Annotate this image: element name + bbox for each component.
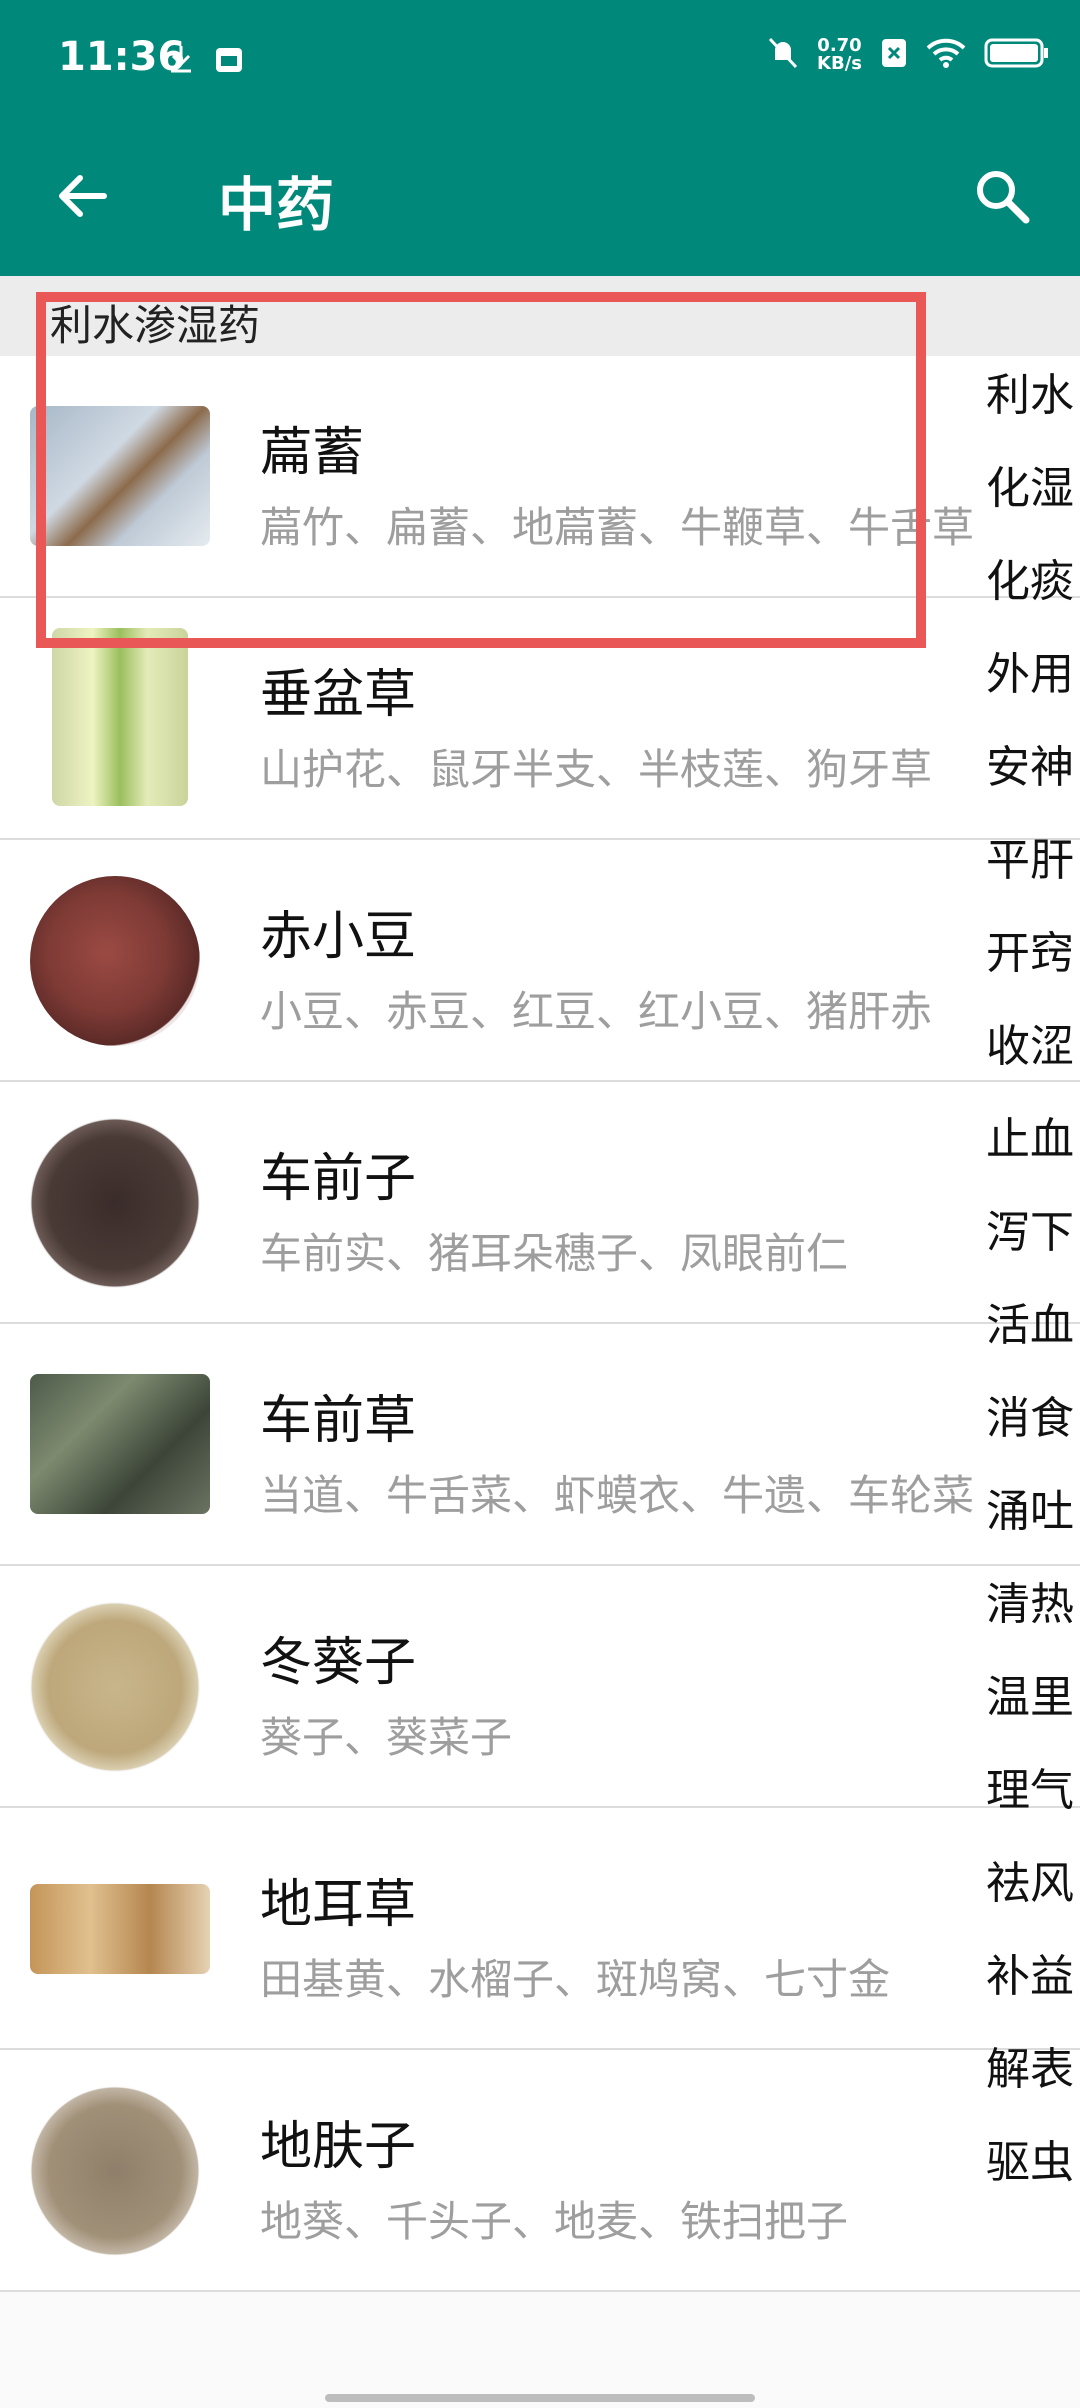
status-notifications xyxy=(168,44,244,78)
list-item[interactable]: 赤小豆 小豆、赤豆、红豆、红小豆、猪肝赤 xyxy=(0,840,1080,1082)
herb-thumbnail xyxy=(30,1602,200,1772)
index-item-qingre[interactable]: 清热 xyxy=(986,1573,1080,1666)
status-system-icons: 0.70 KB/s xyxy=(767,36,1050,74)
index-item-wenli[interactable]: 温里 xyxy=(986,1666,1080,1759)
herb-name: 垂盆草 xyxy=(260,665,417,725)
category-index-bar: 利水 化湿 化痰 外用 安神 平肝 开窍 收涩 止血 泻下 活血 消食 涌吐 清… xyxy=(986,364,1080,2224)
sim-error-icon xyxy=(880,37,908,73)
herb-alias: 当道、牛舌菜、虾蟆衣、牛遗、车轮菜 xyxy=(260,1471,975,1520)
herb-thumbnail xyxy=(30,1374,210,1514)
index-item-xiaoshi[interactable]: 消食 xyxy=(986,1387,1080,1480)
herb-alias: 地葵、千头子、地麦、铁扫把子 xyxy=(260,2197,849,2246)
herb-thumbnail xyxy=(52,628,188,806)
herb-alias: 田基黄、水榴子、斑鸠窝、七寸金 xyxy=(260,1955,891,2004)
net-speed: 0.70 KB/s xyxy=(817,37,862,73)
list-item[interactable]: 萹蓄 萹竹、扁蓄、地萹蓄、牛鞭草、牛舌草 xyxy=(0,356,1080,598)
app-bar: 中药 xyxy=(0,120,1080,276)
herb-alias: 车前实、猪耳朵穗子、凤眼前仁 xyxy=(260,1229,849,1278)
index-item-huashi[interactable]: 化湿 xyxy=(986,457,1080,550)
herb-name: 萹蓄 xyxy=(260,423,365,483)
wifi-icon xyxy=(926,38,966,72)
list-item[interactable]: 车前子 车前实、猪耳朵穗子、凤眼前仁 xyxy=(0,1082,1080,1324)
herb-alias: 小豆、赤豆、红豆、红小豆、猪肝赤 xyxy=(260,987,933,1036)
index-item-qufeng[interactable]: 祛风 xyxy=(986,1852,1080,1945)
calendar-icon xyxy=(214,44,244,78)
herb-name: 地肤子 xyxy=(260,2117,417,2177)
search-button[interactable] xyxy=(962,158,1042,238)
list-item[interactable]: 车前草 当道、牛舌菜、虾蟆衣、牛遗、车轮菜 xyxy=(0,1324,1080,1566)
index-item-pinggan[interactable]: 平肝 xyxy=(986,829,1080,922)
index-item-huatan[interactable]: 化痰 xyxy=(986,550,1080,643)
mute-bell-icon xyxy=(767,36,799,74)
index-item-huoxue[interactable]: 活血 xyxy=(986,1294,1080,1387)
list-item[interactable]: 垂盆草 山护花、鼠牙半支、半枝莲、狗牙草 xyxy=(0,598,1080,840)
herb-name: 赤小豆 xyxy=(260,907,417,967)
herb-thumbnail xyxy=(30,406,210,546)
herb-alias: 萹竹、扁蓄、地萹蓄、牛鞭草、牛舌草 xyxy=(260,503,975,552)
index-item-zhixue[interactable]: 止血 xyxy=(986,1108,1080,1201)
index-item-yongtu[interactable]: 涌吐 xyxy=(986,1480,1080,1573)
status-bar: 11:36 0.70 KB/s xyxy=(0,0,1080,120)
herb-name: 车前草 xyxy=(260,1391,417,1451)
status-time: 11:36 xyxy=(58,34,186,80)
herb-thumbnail xyxy=(30,2086,200,2256)
index-item-xiexia[interactable]: 泻下 xyxy=(986,1201,1080,1294)
section-header: 利水渗湿药 xyxy=(0,276,1080,356)
search-icon xyxy=(972,166,1032,230)
battery-icon xyxy=(984,37,1050,73)
net-speed-unit: KB/s xyxy=(817,53,862,74)
list-item[interactable]: 地耳草 田基黄、水榴子、斑鸠窝、七寸金 xyxy=(0,1808,1080,2050)
herb-alias: 山护花、鼠牙半支、半枝莲、狗牙草 xyxy=(260,745,933,794)
herb-thumbnail xyxy=(30,1118,200,1288)
gesture-nav-handle[interactable] xyxy=(325,2394,755,2402)
list-item[interactable]: 地肤子 地葵、千头子、地麦、铁扫把子 xyxy=(0,2050,1080,2292)
herb-name: 车前子 xyxy=(260,1149,417,1209)
arrow-left-icon xyxy=(54,168,110,228)
index-item-waiyong[interactable]: 外用 xyxy=(986,643,1080,736)
index-item-quchong[interactable]: 驱虫 xyxy=(986,2131,1080,2224)
download-icon xyxy=(168,44,194,78)
herb-thumbnail xyxy=(30,876,200,1046)
index-item-jiebiao[interactable]: 解表 xyxy=(986,2038,1080,2131)
back-button[interactable] xyxy=(44,160,120,236)
section-title: 利水渗湿药 xyxy=(50,301,261,350)
index-item-buyi[interactable]: 补益 xyxy=(986,1945,1080,2038)
index-item-anshen[interactable]: 安神 xyxy=(986,736,1080,829)
index-item-lishui[interactable]: 利水 xyxy=(986,364,1080,457)
index-item-kaiqiao[interactable]: 开窍 xyxy=(986,922,1080,1015)
herb-name: 地耳草 xyxy=(260,1875,417,1935)
list-item[interactable]: 冬葵子 葵子、葵菜子 xyxy=(0,1566,1080,1808)
page-title: 中药 xyxy=(218,171,335,239)
herb-thumbnail xyxy=(30,1884,210,1974)
herb-alias: 葵子、葵菜子 xyxy=(260,1713,513,1762)
herb-list: 萹蓄 萹竹、扁蓄、地萹蓄、牛鞭草、牛舌草 垂盆草 山护花、鼠牙半支、半枝莲、狗牙… xyxy=(0,356,1080,2292)
index-item-shouse[interactable]: 收涩 xyxy=(986,1015,1080,1108)
herb-name: 冬葵子 xyxy=(260,1633,417,1693)
index-item-liqi[interactable]: 理气 xyxy=(986,1759,1080,1852)
